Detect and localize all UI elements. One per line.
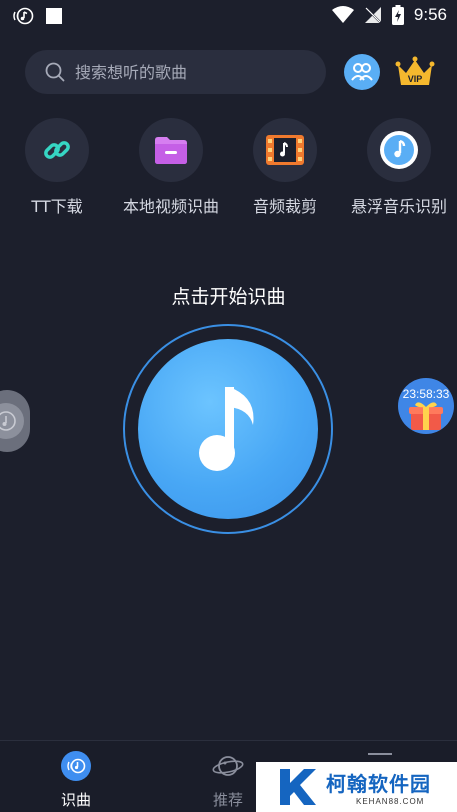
gift-box-icon bbox=[409, 402, 443, 430]
nav-label: 识曲 bbox=[60, 791, 91, 809]
tool-tt-download[interactable]: TT下载 bbox=[2, 118, 112, 217]
friends-button[interactable] bbox=[344, 54, 380, 90]
no-signal-icon bbox=[364, 6, 382, 24]
tool-row: TT下载 本地视频识曲 音频裁剪 悬浮音乐识别 bbox=[0, 118, 457, 218]
wifi-icon bbox=[331, 6, 354, 23]
tool-local-video-recognize[interactable]: 本地视频识曲 bbox=[116, 118, 226, 217]
film-music-icon bbox=[266, 135, 304, 165]
floating-recognize-ball[interactable] bbox=[0, 390, 30, 452]
tool-label: 本地视频识曲 bbox=[122, 197, 219, 216]
recognize-ring bbox=[123, 324, 333, 534]
watermark-subtitle: KEHAN88.COM bbox=[356, 797, 425, 806]
link-icon bbox=[44, 141, 70, 159]
notification-square-icon bbox=[46, 8, 62, 24]
search-bar[interactable] bbox=[25, 50, 326, 94]
recognize-ball-icon bbox=[0, 411, 16, 431]
battery-charging-icon bbox=[391, 5, 404, 25]
status-time: 9:56 bbox=[413, 5, 447, 24]
recognize-icon bbox=[61, 751, 91, 781]
tool-label: 悬浮音乐识别 bbox=[350, 197, 447, 216]
watermark-title: 柯翰软件园 bbox=[326, 772, 431, 796]
search-input[interactable] bbox=[75, 62, 305, 82]
vip-crown-icon: VIP bbox=[395, 56, 435, 85]
music-note-icon bbox=[199, 387, 254, 471]
status-bar: 9:56 bbox=[0, 0, 457, 32]
recognize-button[interactable] bbox=[138, 339, 318, 519]
tool-label: 音频裁剪 bbox=[252, 197, 317, 216]
users-icon bbox=[344, 54, 380, 90]
floating-music-icon bbox=[380, 131, 418, 169]
planet-icon bbox=[212, 756, 244, 776]
site-watermark: 柯翰软件园 KEHAN88.COM bbox=[256, 762, 457, 812]
recognize-hint: 点击开始识曲 bbox=[171, 286, 286, 308]
tool-audio-trim[interactable]: 音频裁剪 bbox=[230, 118, 340, 217]
folder-icon bbox=[155, 137, 187, 164]
tool-floating-recognize[interactable]: 悬浮音乐识别 bbox=[344, 118, 454, 217]
watermark-logo-icon bbox=[280, 769, 316, 805]
search-icon bbox=[45, 62, 65, 82]
vip-badge-text: VIP bbox=[408, 74, 423, 84]
gift-countdown[interactable]: 23:58:33 bbox=[398, 378, 454, 434]
nav-recognize[interactable]: 识曲 bbox=[31, 751, 121, 810]
vip-button[interactable]: VIP bbox=[395, 55, 435, 91]
app-notification-icon bbox=[13, 7, 34, 25]
tool-label: TT下载 bbox=[31, 197, 83, 216]
gift-countdown-time: 23:58:33 bbox=[402, 387, 450, 401]
